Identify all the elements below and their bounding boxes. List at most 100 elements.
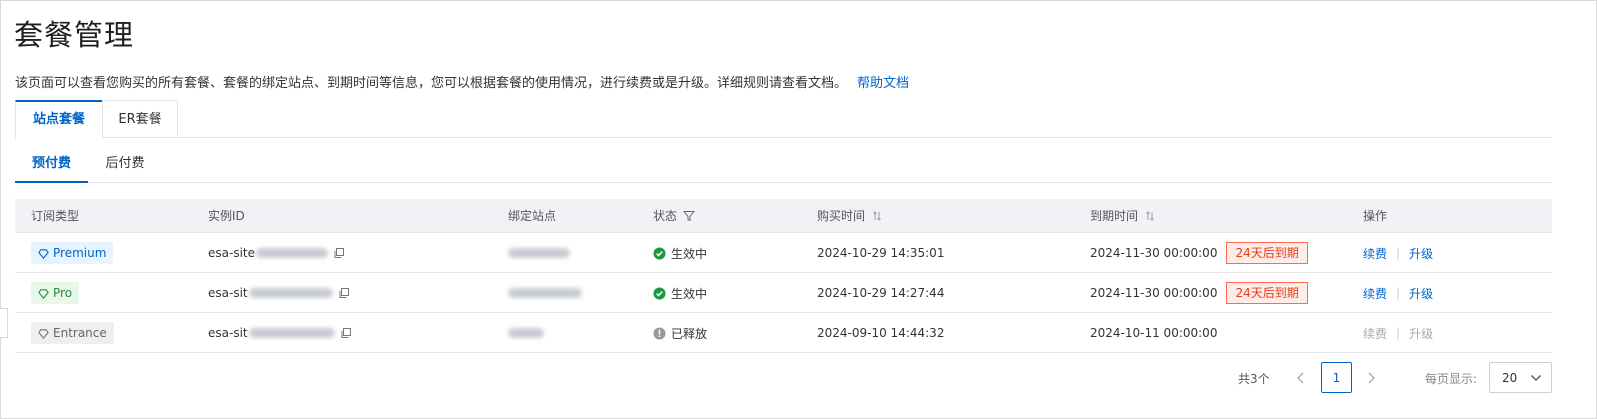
renew-link[interactable]: 续费 — [1363, 245, 1387, 262]
redacted-instance-id — [248, 328, 335, 338]
redacted-instance-id — [256, 248, 328, 258]
table-row: Entrance esa-sit 已释放 2024-09-10 14:44:32… — [15, 313, 1552, 353]
actions-cell: 续费 | 升级 — [1363, 233, 1433, 273]
subscription-badge: Pro — [31, 282, 80, 304]
actions-cell: 续费 | 升级 — [1363, 313, 1433, 353]
chevron-down-icon — [1531, 374, 1541, 381]
renew-link[interactable]: 续费 — [1363, 285, 1387, 302]
expire-time-cell: 2024-11-30 00:00:00 24天后到期 — [1090, 273, 1308, 313]
package-tabs: 站点套餐 ER套餐 — [15, 100, 1552, 139]
subscription-type-cell: Pro — [31, 273, 80, 313]
header-subscription-type: 订阅类型 — [31, 209, 80, 223]
prev-page-button[interactable] — [1291, 366, 1311, 390]
tab-er-package[interactable]: ER套餐 — [102, 100, 178, 138]
chevron-right-icon — [1368, 372, 1375, 384]
status-text: 生效中 — [671, 246, 708, 261]
chevron-left-icon — [1297, 372, 1304, 384]
instance-id-cell: esa-sit — [208, 313, 352, 353]
status-cell: 生效中 — [653, 273, 707, 313]
upgrade-link[interactable]: 升级 — [1409, 245, 1433, 262]
side-panel-handle[interactable] — [0, 308, 8, 338]
expire-warning-tag: 24天后到期 — [1226, 242, 1308, 264]
divider: | — [1396, 326, 1401, 340]
subscription-type-label: Premium — [53, 246, 107, 260]
expire-time-text: 2024-11-30 00:00:00 — [1090, 286, 1218, 300]
divider: | — [1396, 286, 1401, 300]
header-expire-time: 到期时间 — [1090, 199, 1156, 233]
copy-icon[interactable] — [338, 287, 350, 299]
sort-icon[interactable] — [1144, 210, 1156, 222]
diamond-icon — [38, 328, 49, 339]
next-page-button[interactable] — [1361, 366, 1381, 390]
subscription-type-cell: Premium — [31, 233, 114, 273]
purchase-time-cell: 2024-10-29 14:35:01 — [817, 246, 945, 260]
subscription-badge: Premium — [31, 242, 114, 264]
bound-site-cell — [508, 233, 570, 273]
bound-site-cell — [508, 273, 582, 313]
instance-id-cell: esa-sit — [208, 273, 350, 313]
upgrade-link: 升级 — [1409, 326, 1434, 341]
table-row: Premium esa-site 生效中 2024-10-29 14:35:01… — [15, 233, 1552, 273]
header-actions: 操作 — [1363, 209, 1388, 223]
subscription-type-label: Entrance — [53, 326, 107, 340]
billing-subtabs: 预付费 后付费 — [15, 147, 1552, 183]
expire-warning-tag: 24天后到期 — [1226, 282, 1308, 304]
package-table: 订阅类型 实例ID 绑定站点 状态 购买时间 到期时间 操作 Premium e… — [15, 199, 1552, 353]
description-text: 该页面可以查看您购买的所有套餐、套餐的绑定站点、到期时间等信息，您可以根据套餐的… — [15, 76, 848, 91]
expire-time-cell: 2024-11-30 00:00:00 24天后到期 — [1090, 233, 1308, 273]
subtab-prepaid[interactable]: 预付费 — [15, 147, 88, 183]
sort-icon[interactable] — [871, 210, 883, 222]
subtab-postpaid[interactable]: 后付费 — [88, 147, 162, 183]
instance-id-text: esa-site — [208, 246, 255, 260]
expire-time-text: 2024-10-11 00:00:00 — [1090, 326, 1218, 340]
status-cell: 已释放 — [653, 313, 707, 353]
purchase-time-cell: 2024-10-29 14:27:44 — [817, 286, 945, 300]
instance-id-text: esa-sit — [208, 326, 248, 340]
table-header: 订阅类型 实例ID 绑定站点 状态 购买时间 到期时间 操作 — [15, 199, 1552, 233]
tab-site-package[interactable]: 站点套餐 — [15, 100, 103, 139]
renew-link: 续费 — [1363, 326, 1388, 341]
header-purchase-time: 购买时间 — [817, 199, 883, 233]
check-circle-icon — [653, 286, 666, 300]
subscription-badge: Entrance — [31, 322, 114, 344]
header-expire-time-label: 到期时间 — [1090, 209, 1139, 223]
expire-time-text: 2024-11-30 00:00:00 — [1090, 246, 1218, 260]
instance-id-text: esa-sit — [208, 286, 248, 300]
page-size-select[interactable]: 20 — [1489, 362, 1552, 393]
upgrade-link[interactable]: 升级 — [1409, 285, 1433, 302]
copy-icon[interactable] — [340, 327, 352, 339]
expire-time-cell: 2024-10-11 00:00:00 — [1090, 313, 1217, 353]
page-1-button[interactable]: 1 — [1321, 362, 1352, 393]
header-instance-id: 实例ID — [208, 209, 245, 223]
diamond-icon — [38, 248, 49, 259]
actions-cell: 续费 | 升级 — [1363, 273, 1433, 313]
redacted-site — [508, 328, 544, 338]
total-count: 共3个 — [1238, 372, 1270, 386]
header-status-label: 状态 — [653, 209, 678, 223]
pagination: 共3个 1 每页显示: 20 — [0, 362, 1597, 394]
page-size-value: 20 — [1502, 370, 1518, 385]
redacted-site[interactable] — [508, 248, 570, 258]
status-cell: 生效中 — [653, 233, 707, 273]
subscription-type-cell: Entrance — [31, 313, 114, 353]
filter-icon[interactable] — [683, 210, 696, 222]
subscription-type-label: Pro — [53, 286, 73, 300]
divider: | — [1396, 246, 1401, 260]
bound-site-cell — [508, 313, 544, 353]
diamond-icon — [38, 288, 49, 299]
copy-icon[interactable] — [333, 247, 345, 259]
status-text: 生效中 — [671, 286, 708, 301]
status-text: 已释放 — [671, 326, 708, 341]
table-row: Pro esa-sit 生效中 2024-10-29 14:27:44 2024… — [15, 273, 1552, 313]
header-purchase-time-label: 购买时间 — [817, 209, 866, 223]
check-circle-icon — [653, 246, 666, 260]
page-size-label: 每页显示: — [1425, 372, 1478, 386]
header-bound-site: 绑定站点 — [508, 209, 557, 223]
purchase-time-cell: 2024-09-10 14:44:32 — [817, 326, 945, 340]
redacted-site[interactable] — [508, 288, 582, 298]
page-description: 该页面可以查看您购买的所有套餐、套餐的绑定站点、到期时间等信息，您可以根据套餐的… — [15, 72, 909, 91]
header-status: 状态 — [653, 199, 696, 233]
help-doc-link[interactable]: 帮助文档 — [857, 76, 909, 91]
page-title: 套餐管理 — [14, 18, 135, 52]
redacted-instance-id — [248, 288, 333, 298]
